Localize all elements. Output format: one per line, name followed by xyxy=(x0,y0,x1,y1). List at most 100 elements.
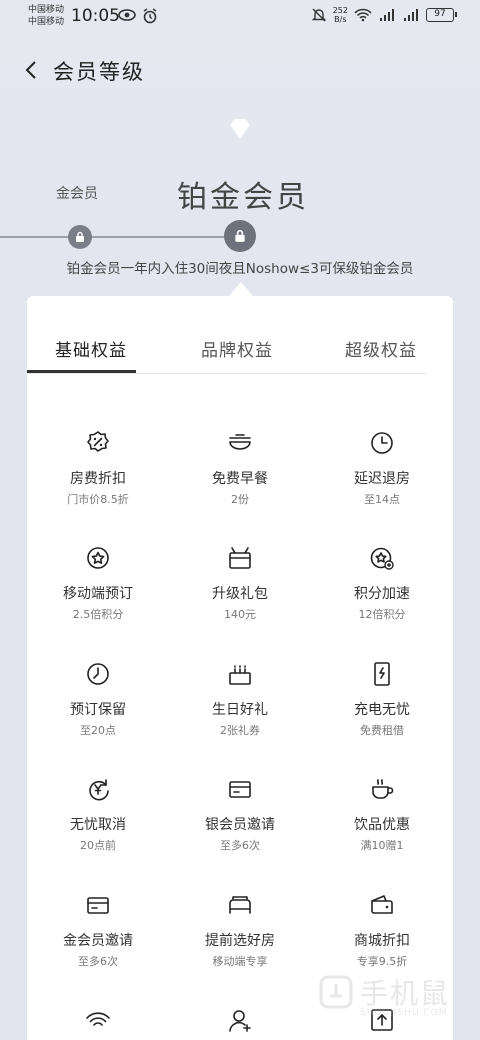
bed-icon xyxy=(229,896,251,914)
benefit-detail: 满10赠1 xyxy=(360,839,404,852)
benefit-item[interactable]: 免费早餐 2份 xyxy=(169,430,311,507)
benefit-title: 升级礼包 xyxy=(212,586,268,602)
benefit-title: 免费早餐 xyxy=(212,471,268,487)
wallet-icon xyxy=(371,895,393,914)
card-icon xyxy=(229,781,251,798)
benefit-item[interactable]: 饮品优惠满10赠1 xyxy=(311,776,453,853)
benefit-title: 充电无忧 xyxy=(354,702,410,718)
benefit-detail: 至多6次 xyxy=(220,839,260,852)
status-left-icons xyxy=(118,8,158,24)
star-badge-icon xyxy=(87,547,109,569)
benefit-detail: 门市价8.5折 xyxy=(67,493,129,506)
watermark-text: 手机鼠 xyxy=(360,977,451,1010)
tab-super-benefits[interactable]: 超级权益 xyxy=(345,336,417,361)
benefit-detail: 移动端专享 xyxy=(212,955,268,968)
app-header: 会员等级 xyxy=(0,50,480,92)
benefit-item[interactable]: 房费折扣门市价8.5折 xyxy=(27,430,169,507)
status-right-icons: 252 B/s 97 xyxy=(311,6,457,24)
benefit-title: 房费折扣 xyxy=(70,471,126,487)
benefit-detail: 2张礼券 xyxy=(220,724,260,737)
benefit-detail: 专享9.5折 xyxy=(356,955,408,968)
benefit-title: 延迟退房 xyxy=(354,471,410,487)
benefit-title: 银会员邀请 xyxy=(205,817,275,833)
benefit-item[interactable]: 预订保留至20点 xyxy=(27,661,169,738)
wifi-icon xyxy=(86,1012,110,1026)
card-icon xyxy=(87,897,109,914)
benefit-detail: 至14点 xyxy=(364,493,400,506)
benefit-detail: 12倍积分 xyxy=(358,608,406,621)
benefit-item[interactable]: 无忧取消 20点前 xyxy=(27,776,169,853)
clock-icon xyxy=(371,432,393,454)
tab-brand-benefits[interactable]: 品牌权益 xyxy=(201,336,273,361)
alarm-icon xyxy=(143,8,157,24)
discount-badge-icon xyxy=(87,431,109,452)
battery-indicator: 97 xyxy=(426,8,457,22)
level-retention-note: 铂金会员一年内入住30间夜且Noshow≤3可保级铂金会员 xyxy=(66,261,414,277)
benefit-title: 商城折扣 xyxy=(354,933,410,949)
benefit-item[interactable] xyxy=(169,1007,311,1033)
star-plus-icon xyxy=(370,547,394,570)
signal-2-icon xyxy=(404,9,418,21)
benefit-item[interactable]: 积分加速 12倍积分 xyxy=(311,545,453,622)
card-pointer xyxy=(229,282,253,296)
diamond-icon xyxy=(230,119,250,139)
watermark-url: SHOUJISHU.COM xyxy=(360,1008,448,1018)
benefit-detail: 至多6次 xyxy=(78,955,118,968)
benefit-title: 无忧取消 xyxy=(70,817,126,833)
benefit-item[interactable]: 生日好礼 2张礼券 xyxy=(169,661,311,738)
benefit-title: 饮品优惠 xyxy=(354,817,410,833)
benefit-item[interactable]: 延迟退房至14点 xyxy=(311,430,453,507)
speed-value: 252 xyxy=(332,6,348,15)
page-title: 会员等级 xyxy=(53,60,145,84)
benefit-item[interactable]: 金会员邀请至多6次 xyxy=(27,892,169,969)
clock: 10:05 xyxy=(71,6,120,26)
current-level-label: 金会员 xyxy=(56,186,98,202)
gift-box-icon xyxy=(229,547,251,569)
benefit-item[interactable] xyxy=(27,1007,169,1033)
wifi-status-icon xyxy=(354,8,372,22)
benefit-detail: 140元 xyxy=(224,608,256,621)
yen-refresh-icon xyxy=(89,779,109,801)
carrier-2: 中国移动 xyxy=(28,17,65,27)
benefit-item[interactable]: 银会员邀请至多6次 xyxy=(169,776,311,853)
benefit-title: 提前选好房 xyxy=(205,933,275,949)
network-speed: 252 B/s xyxy=(333,6,348,24)
benefit-item[interactable]: 提前选好房移动端专享 xyxy=(169,892,311,969)
bowl-icon xyxy=(229,434,251,450)
speed-unit: B/s xyxy=(334,15,347,24)
carrier-labels: 中国移动 中国移动 xyxy=(28,4,64,28)
power-bank-icon xyxy=(374,662,390,686)
watermark: 手机鼠 SHOUJISHU.COM xyxy=(318,970,468,1030)
benefit-detail: 20点前 xyxy=(80,839,116,852)
tab-basic-benefits[interactable]: 基础权益 xyxy=(55,336,127,361)
signal-1-icon xyxy=(380,9,394,21)
target-level-lock xyxy=(224,220,256,252)
status-bar: 中国移动 中国移动 10:05 252 B/s 97 xyxy=(0,0,480,34)
benefit-detail: 至20点 xyxy=(80,724,116,737)
benefit-title: 移动端预订 xyxy=(63,586,133,602)
coffee-cup-icon xyxy=(372,779,394,799)
benefit-detail: 2份 xyxy=(231,493,249,506)
watermark-logo-icon xyxy=(319,975,353,1009)
mute-bell-icon xyxy=(311,8,326,22)
benefit-detail: 免费租借 xyxy=(360,724,404,737)
benefit-title: 预订保留 xyxy=(70,702,126,718)
benefit-item[interactable]: 移动端预订 2.5倍积分 xyxy=(27,545,169,622)
eye-icon xyxy=(118,9,136,21)
active-tab-indicator xyxy=(27,370,136,373)
benefit-item[interactable]: 升级礼包 140元 xyxy=(169,545,311,622)
benefit-item[interactable]: 商城折扣专享9.5折 xyxy=(311,892,453,969)
benefit-title: 积分加速 xyxy=(354,586,410,602)
lock-icon xyxy=(76,231,84,242)
target-level-label: 铂金会员 xyxy=(177,180,309,215)
benefit-tabs: 基础权益 品牌权益 超级权益 xyxy=(27,336,427,374)
user-plus-icon xyxy=(229,1010,251,1032)
lock-icon xyxy=(235,229,245,242)
back-arrow-icon[interactable] xyxy=(18,56,46,84)
benefit-detail: 2.5倍积分 xyxy=(72,608,124,621)
benefit-title: 金会员邀请 xyxy=(63,933,133,949)
benefit-title: 生日好礼 xyxy=(212,702,268,718)
clock-hand-icon xyxy=(87,663,109,685)
level-progress-line xyxy=(0,236,240,238)
benefit-item[interactable]: 充电无忧 免费租借 xyxy=(311,661,453,738)
